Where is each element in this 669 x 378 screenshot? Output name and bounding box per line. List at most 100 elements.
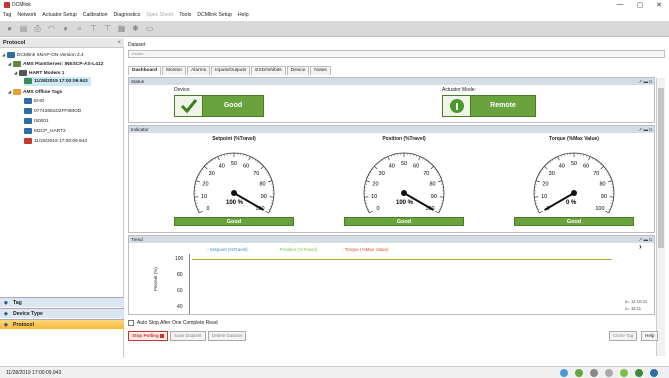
app-icon (4, 2, 10, 8)
dataset-select[interactable]: <none> (128, 50, 665, 58)
menu-spec-sheet[interactable]: Spec Sheet (143, 11, 176, 20)
menu-diagnostics[interactable]: Diagnostics (111, 11, 144, 20)
maximize-button[interactable]: ▢ (634, 1, 646, 9)
close-tag-button[interactable]: Close Tag (609, 331, 638, 341)
gauge-tick-label: 70 (593, 171, 599, 177)
calendar-icon[interactable]: ▦ (116, 24, 127, 34)
menu-calibration[interactable]: Calibration (80, 11, 111, 20)
status-icon-6[interactable] (635, 369, 643, 377)
tag-icon (24, 117, 32, 124)
gauge-tick (259, 163, 262, 166)
menu-dcmlink-setup[interactable]: DCMlink Setup (194, 11, 235, 20)
gauge-tick-label: 90 (261, 194, 267, 200)
tab-dashboard[interactable]: Dashboard (128, 66, 162, 75)
tab-bar: Dashboard Monitor Alarms Inputs/Outputs ESD/… (128, 66, 332, 75)
tree-tag-0774[interactable]: 07743681D2FF8MOD (24, 107, 81, 116)
signal-icon[interactable]: ◠ (46, 24, 57, 34)
report-icon[interactable]: ▭ (144, 24, 155, 34)
tree-device-selected[interactable]: 11/28/2019 17:00:09.943 (24, 77, 91, 86)
tab-device[interactable]: Device (286, 66, 310, 75)
protocol-panel: Protocol × ◢ DCMlink SNAP-ON Version 2.4 … (0, 38, 124, 358)
legend-torque: - Torque (%Max Value) (342, 247, 389, 252)
tree-tag-m2cp[interactable]: M2CP_HART2 (24, 127, 66, 136)
y-axis (189, 254, 190, 314)
menu-tag[interactable]: Tag (0, 11, 14, 20)
gauge-tick (267, 174, 270, 176)
gauge-dial: 01020304050607080901000 % (533, 152, 615, 214)
tree-offline-dataset[interactable]: 11/28/2019 17:00:09.943 (24, 137, 87, 146)
gauge-tick (430, 165, 434, 170)
tab-notes[interactable]: Notes (310, 66, 331, 75)
y-axis-label: Percent (%) (153, 267, 158, 291)
gauge-dial: 0102030405060708090100100 % (193, 152, 275, 214)
gauge-tick-label: 30 (209, 171, 215, 177)
gauge-tick (209, 161, 211, 164)
gauge-title: Torque (%Max Value) (549, 136, 599, 142)
gauge-tick (374, 165, 378, 170)
gauge-tick (217, 156, 220, 161)
search-icon[interactable]: ⌕ (74, 24, 85, 34)
dataset-label: Dataset (128, 42, 146, 48)
delete-dataset-button[interactable]: Delete Dataset (208, 331, 247, 341)
tree-offline-tags[interactable]: ◢ AMS Offline Tags (8, 87, 62, 97)
gauge-tick-label: 80 (429, 182, 435, 188)
chevron-right-icon[interactable]: › (639, 242, 642, 251)
gauge-tick (535, 180, 540, 183)
device-icon[interactable]: ♦ (60, 24, 71, 34)
section-controls[interactable]: ↗ ▬ ◘ (639, 126, 653, 133)
print-icon[interactable]: ⎙ (32, 24, 43, 34)
tab-alarms[interactable]: Alarms (187, 66, 210, 75)
status-icon-2[interactable] (575, 369, 583, 377)
time-prefix-1: a= (625, 299, 630, 304)
status-icon-1[interactable] (560, 369, 568, 377)
gauge-tick-label: 60 (583, 164, 589, 170)
tab-esd-inhibits[interactable]: ESD/Inhibits (251, 66, 286, 75)
tree-tag-eho[interactable]: EHO (24, 97, 44, 106)
status-icon-7[interactable] (650, 369, 658, 377)
panel-close-icon[interactable]: × (117, 38, 121, 48)
valve-icon[interactable]: ⊤ (88, 24, 99, 34)
filter-icon[interactable] (605, 369, 613, 377)
section-controls[interactable]: ↗ ▬ ◘ (639, 78, 653, 85)
dataset-icon (24, 137, 32, 144)
gauge-tick (588, 156, 591, 161)
trend-header: Trend ↗ ▬ ◘ (129, 236, 654, 243)
nav-device-type[interactable]: ◆ Device Type (0, 308, 124, 318)
menu-help[interactable]: Help (235, 11, 252, 20)
panel-header: Protocol (0, 38, 124, 48)
gauge-tick (202, 168, 204, 171)
connect-icon[interactable]: ● (4, 24, 15, 34)
nav-tag[interactable]: ◆ Tag (0, 297, 124, 307)
actuator-icon[interactable]: ⊤ (102, 24, 113, 34)
status-bar: 11/28/2019 17:00:09.943 (0, 366, 669, 378)
scrollbar-thumb[interactable] (658, 88, 664, 248)
settings-icon[interactable]: ✱ (130, 24, 141, 34)
auto-stop-checkbox[interactable] (128, 320, 134, 326)
tab-monitor[interactable]: Monitor (162, 66, 187, 75)
gauge-tick (437, 174, 440, 176)
gauge-tick-label: 80 (259, 182, 265, 188)
gauge-tick (438, 180, 443, 183)
stop-polling-button[interactable]: Stop Polling (128, 331, 169, 341)
network-status-icon[interactable] (590, 369, 598, 377)
indicator-header: Indicator ↗ ▬ ◘ (129, 126, 654, 133)
save-dataset-button[interactable]: Save Dataset (170, 331, 206, 341)
status-icon-5[interactable] (620, 369, 628, 377)
y-tick-40: 40 (177, 304, 183, 310)
vertical-scrollbar[interactable] (656, 78, 665, 356)
gauge-tick (211, 159, 214, 162)
tree-tag-i50001[interactable]: I50001 (24, 117, 49, 126)
menu-network[interactable]: Network (14, 11, 39, 20)
gauge-tick (599, 163, 602, 166)
menu-actuator-setup[interactable]: Actuator Setup (39, 11, 79, 20)
help-button[interactable]: Help (641, 331, 659, 341)
minimize-button[interactable]: — (614, 1, 626, 8)
nav-protocol[interactable]: ◆ Protocol (0, 319, 124, 329)
open-icon[interactable]: ▤ (18, 24, 29, 34)
tab-inputs-outputs[interactable]: Inputs/Outputs (211, 66, 251, 75)
gauge-tick (372, 168, 374, 171)
menu-tools[interactable]: Tools (176, 11, 194, 20)
gauge-tick (252, 157, 254, 160)
device-icon (24, 77, 32, 84)
close-window-button[interactable]: ✕ (653, 1, 665, 9)
